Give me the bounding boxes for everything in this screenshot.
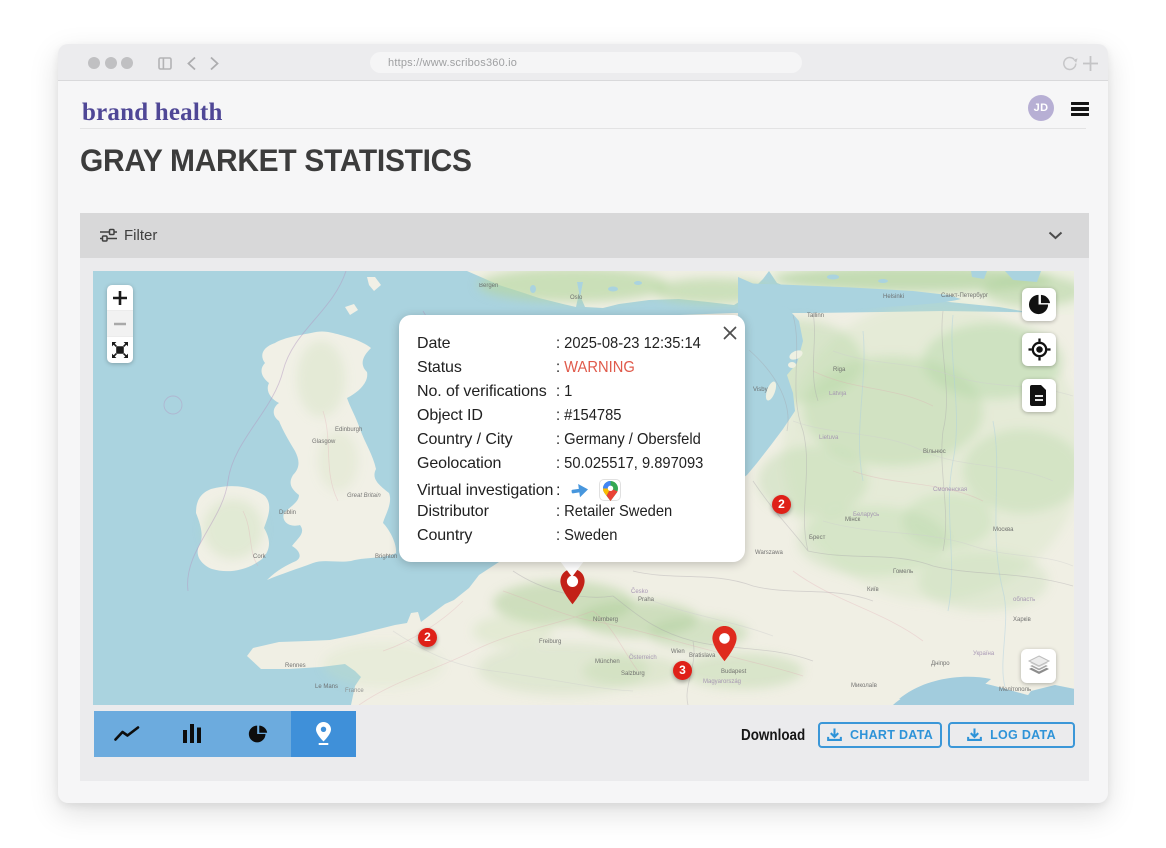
svg-text:Дніпро: Дніпро (931, 661, 950, 667)
svg-text:Helsinki: Helsinki (883, 294, 904, 300)
svg-text:Санкт-Петербург: Санкт-Петербург (941, 293, 989, 299)
svg-text:Брест: Брест (809, 535, 826, 541)
svg-text:Київ: Київ (867, 587, 879, 593)
svg-text:Cork: Cork (253, 554, 267, 560)
svg-text:Харків: Харків (1013, 617, 1031, 623)
svg-text:область: область (1013, 597, 1035, 603)
svg-text:Brighton: Brighton (375, 554, 397, 560)
svg-text:München: München (595, 659, 620, 665)
svg-text:Salzburg: Salzburg (621, 671, 645, 677)
svg-text:Миколаїв: Миколаїв (851, 683, 877, 689)
svg-text:Riga: Riga (833, 367, 846, 373)
svg-text:Nürnberg: Nürnberg (593, 617, 618, 623)
svg-text:Україна: Україна (973, 651, 995, 657)
svg-text:Tallinn: Tallinn (807, 313, 824, 319)
svg-text:Edinburgh: Edinburgh (335, 427, 362, 433)
svg-text:Budapest: Budapest (721, 669, 747, 675)
svg-text:Warszawa: Warszawa (755, 550, 783, 556)
svg-text:Lietuva: Lietuva (819, 435, 839, 441)
svg-text:Oslo: Oslo (570, 295, 583, 301)
svg-text:Österreich: Österreich (629, 654, 657, 661)
svg-text:Wien: Wien (671, 649, 685, 655)
svg-text:Москва: Москва (993, 527, 1014, 533)
svg-text:Dublin: Dublin (279, 510, 296, 516)
svg-text:Rennes: Rennes (285, 663, 306, 669)
svg-text:Смоленская: Смоленская (933, 487, 967, 493)
svg-text:Мелітополь: Мелітополь (999, 687, 1031, 693)
svg-text:Praha: Praha (638, 597, 655, 603)
svg-text:Bergen: Bergen (479, 283, 498, 289)
svg-text:France: France (345, 688, 364, 694)
svg-text:Беларусь: Беларусь (853, 512, 879, 518)
svg-text:Freiburg: Freiburg (539, 639, 561, 645)
svg-text:Visby: Visby (753, 387, 768, 393)
svg-text:Le Mans: Le Mans (315, 684, 338, 690)
svg-text:Great Britain: Great Britain (347, 493, 381, 499)
svg-text:Česko: Česko (631, 588, 649, 595)
svg-text:Glasgow: Glasgow (312, 439, 336, 445)
svg-text:Latvija: Latvija (829, 391, 847, 397)
svg-text:Magyarország: Magyarország (703, 679, 741, 685)
svg-text:Гомель: Гомель (893, 569, 913, 575)
svg-text:Вільнюс: Вільнюс (923, 449, 946, 455)
